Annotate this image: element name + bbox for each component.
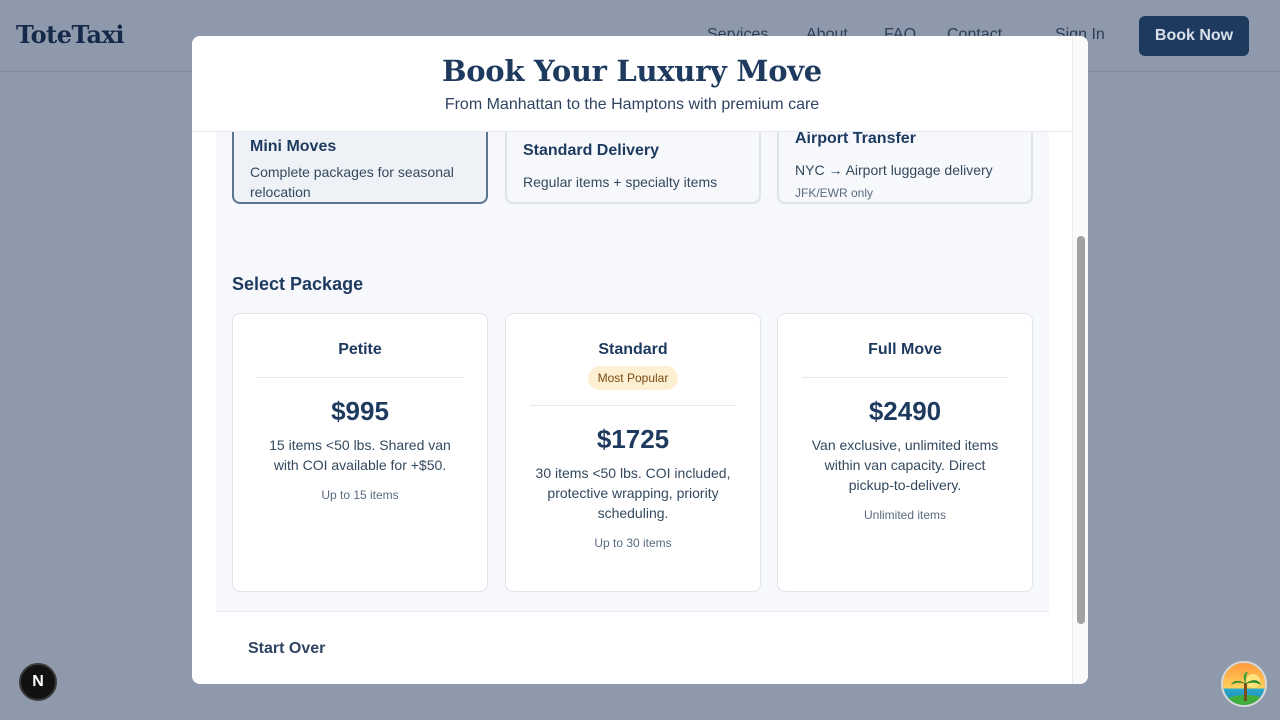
package-description: 15 items <50 lbs. Shared van with COI av… — [269, 437, 451, 473]
service-description: Complete packages for seasonal relocatio… — [250, 164, 454, 200]
service-card-standard-delivery[interactable]: Standard Delivery Regular items + specia… — [505, 132, 761, 204]
modal-footer: Start Over — [216, 611, 1049, 684]
package-name: Full Move — [868, 341, 942, 358]
site-logo[interactable]: ToteTaxi — [16, 20, 125, 49]
modal-header: Book Your Luxury Move From Manhattan to … — [192, 36, 1072, 132]
most-popular-badge: Most Popular — [588, 366, 678, 390]
package-divider — [257, 377, 463, 378]
package-price: $1725 — [596, 424, 670, 454]
beach-avatar-icon — [1223, 663, 1265, 705]
package-description: 30 items <50 lbs. COI included, protecti… — [535, 465, 731, 521]
service-note: JFK/EWR only — [795, 186, 874, 200]
service-card-airport-transfer[interactable]: Airport Transfer NYC → Airport luggage d… — [777, 132, 1033, 204]
service-title: Airport Transfer — [795, 132, 916, 147]
modal-scrollbar[interactable] — [1072, 36, 1088, 684]
start-over-button[interactable]: Start Over — [248, 640, 325, 658]
package-description: Van exclusive, unlimited items within va… — [811, 437, 999, 493]
section-title: Select Package — [232, 274, 364, 294]
package-divider — [530, 405, 736, 406]
modal-subtitle: From Manhattan to the Hamptons with prem… — [444, 96, 820, 113]
package-price: $2490 — [868, 396, 942, 426]
service-card-mini-moves[interactable]: Mini Moves Complete packages for seasona… — [232, 132, 488, 204]
book-now-button[interactable]: Book Now — [1139, 16, 1249, 56]
package-card-full-move[interactable]: Full Move $2490 Van exclusive, unlimited… — [777, 313, 1033, 592]
service-title: Standard Delivery — [523, 142, 660, 159]
scrollbar-thumb[interactable] — [1077, 236, 1085, 624]
package-card-standard[interactable]: Standard Most Popular $1725 30 items <50… — [505, 313, 761, 592]
service-description: Regular items + specialty items — [523, 174, 718, 190]
modal-title: Book Your Luxury Move — [442, 54, 822, 88]
package-divider — [802, 377, 1008, 378]
package-name: Petite — [338, 341, 382, 358]
beach-avatar-icon[interactable] — [1221, 661, 1267, 707]
package-limit: Up to 15 items — [321, 488, 399, 502]
booking-modal: Book Your Luxury Move From Manhattan to … — [192, 36, 1088, 684]
modal-scroll-content[interactable]: Mini Moves Complete packages for seasona… — [216, 132, 1049, 612]
package-limit: Up to 30 items — [594, 536, 672, 550]
nextjs-logo-icon[interactable]: N — [19, 663, 57, 701]
package-name: Standard — [598, 341, 668, 358]
package-card-petite[interactable]: Petite $995 15 items <50 lbs. Shared van… — [232, 313, 488, 592]
package-price: $995 — [331, 396, 389, 426]
package-limit: Unlimited items — [863, 508, 947, 522]
service-description: NYC → Airport luggage delivery — [795, 162, 993, 178]
service-title: Mini Moves — [250, 138, 337, 155]
